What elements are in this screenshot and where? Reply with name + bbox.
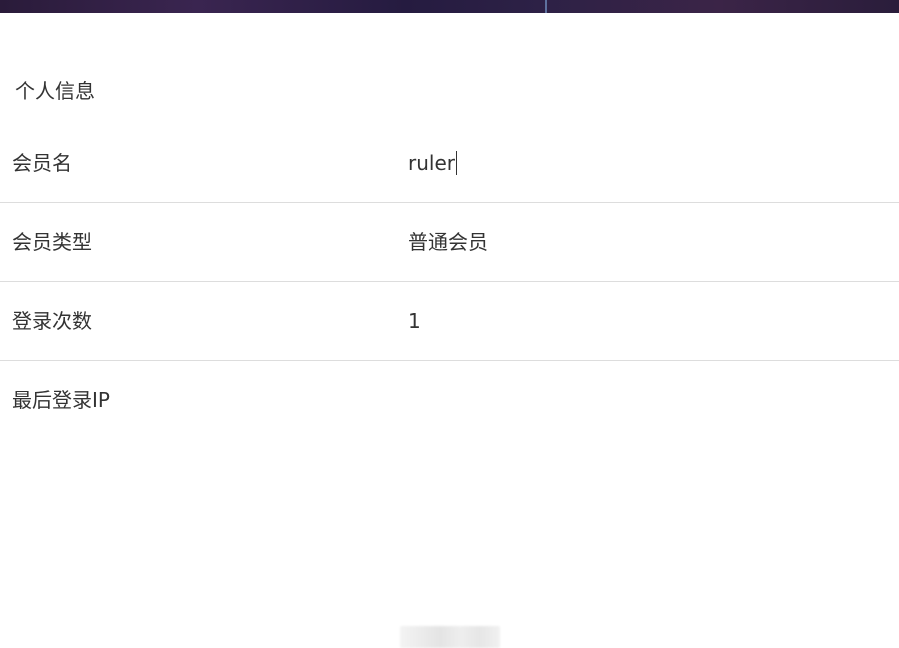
section-title: 个人信息 [15,79,95,103]
member-name-text: ruler [408,151,455,175]
member-type-label: 会员类型 [12,230,92,254]
last-login-ip-label: 最后登录IP [12,388,110,412]
info-row-login-count: 登录次数 1 [0,282,899,361]
profile-info-table: 会员名 ruler 会员类型 普通会员 登录次数 1 最后登录IP [0,124,899,648]
info-row-member-type: 会员类型 普通会员 [0,203,899,282]
text-cursor [455,151,457,175]
login-count-label: 登录次数 [12,309,92,333]
member-name-value: ruler [408,150,457,176]
info-row-last-login-ip: 最后登录IP [0,361,899,648]
last-login-ip-value-redacted [400,626,500,648]
login-count-value: 1 [408,309,421,333]
info-row-member-name: 会员名 ruler [0,124,899,203]
member-name-label: 会员名 [12,151,72,175]
top-banner [0,0,899,13]
member-type-value: 普通会员 [408,230,488,254]
